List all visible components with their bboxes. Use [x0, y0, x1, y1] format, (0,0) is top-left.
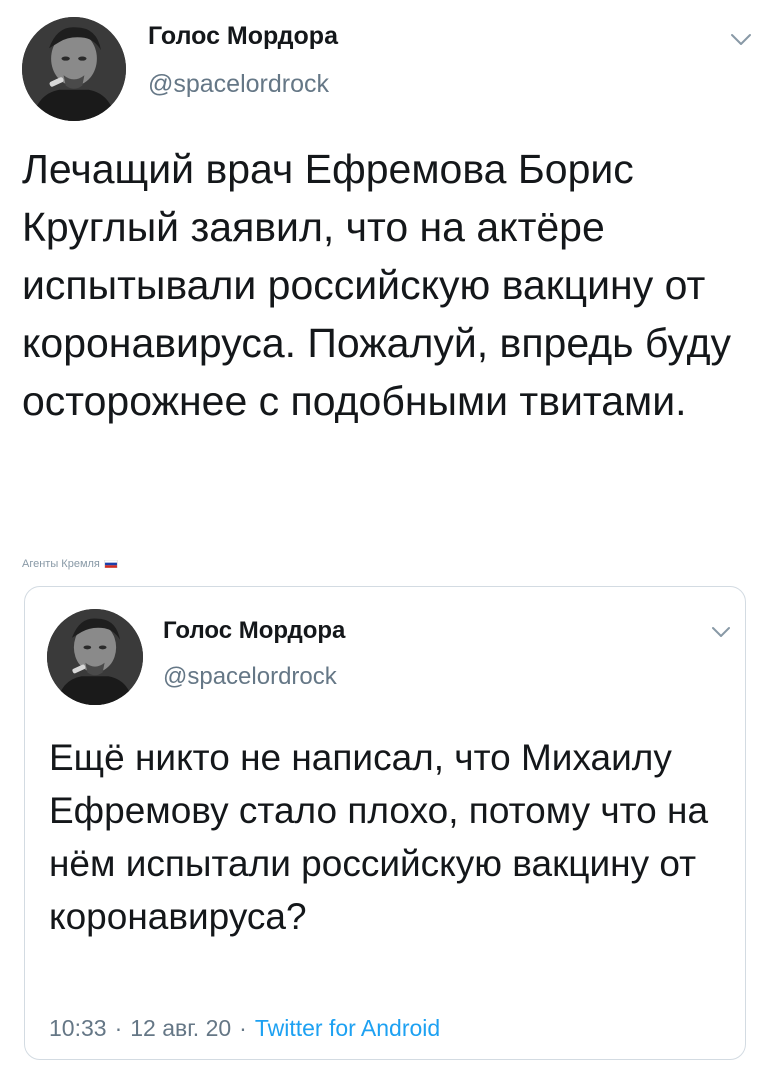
russian-flag-icon — [104, 560, 118, 569]
quoted-author-handle[interactable]: @spacelordrock — [163, 663, 337, 691]
avatar-photo-icon — [22, 17, 126, 121]
quoted-tweet-card[interactable]: Голос Мордора @spacelordrock Ещё никто н… — [24, 586, 746, 1060]
quoted-user-avatar[interactable] — [47, 609, 143, 705]
chevron-down-icon[interactable] — [711, 625, 731, 639]
tweet: Голос Мордора @spacelordrock Лечащий вра… — [0, 0, 771, 1080]
author-handle[interactable]: @spacelordrock — [148, 70, 329, 99]
tweet-date[interactable]: 12 авг. 20 — [130, 1015, 231, 1041]
user-avatar[interactable] — [22, 17, 126, 121]
quoted-author-display-name[interactable]: Голос Мордора — [163, 617, 345, 645]
chevron-down-icon[interactable] — [730, 32, 752, 48]
tweet-source-link[interactable]: Twitter for Android — [255, 1015, 440, 1041]
meta-separator: · — [114, 1015, 123, 1041]
meta-separator: · — [239, 1015, 247, 1041]
quoted-tweet-meta: 10:33 · 12 авг. 20 · Twitter for Android — [49, 1015, 440, 1042]
tweet-text: Лечащий врач Ефремова Борис Круглый заяв… — [22, 146, 732, 424]
avatar-photo-icon — [47, 609, 143, 705]
watermark: Агенты Кремля — [22, 558, 118, 570]
quoted-tweet-text: Ещё никто не написал, что Михаилу Ефремо… — [49, 737, 709, 937]
author-display-name[interactable]: Голос Мордора — [148, 22, 338, 51]
tweet-time[interactable]: 10:33 — [49, 1015, 107, 1041]
watermark-label: Агенты Кремля — [22, 558, 100, 570]
